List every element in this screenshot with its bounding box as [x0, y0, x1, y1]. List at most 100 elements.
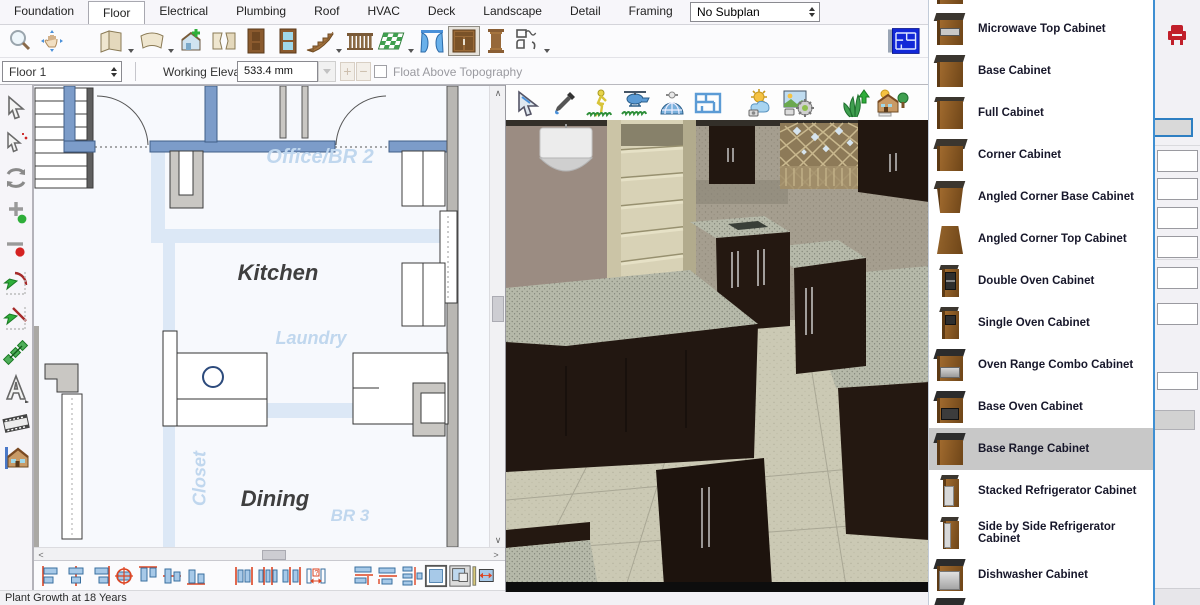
list-item[interactable]: Angled Corner Base Cabinet	[929, 176, 1153, 218]
align-bottom-button[interactable]	[184, 563, 208, 589]
scroll-up-arrow[interactable]: ∧	[490, 86, 505, 100]
shape-tools-button[interactable]	[512, 26, 544, 56]
cabinet-tool-button[interactable]	[448, 26, 480, 56]
floor-material-button[interactable]	[376, 26, 408, 56]
3d-scene[interactable]	[506, 120, 929, 592]
tab-landscape[interactable]: Landscape	[469, 0, 556, 24]
horizontal-scroll-thumb[interactable]	[262, 550, 286, 560]
list-item[interactable]: Microwave Top Cabinet	[929, 8, 1153, 50]
site-view-button[interactable]	[874, 87, 910, 119]
space-dimension-button[interactable]: ?	[304, 563, 328, 589]
tab-electrical[interactable]: Electrical	[145, 0, 222, 24]
list-item[interactable]: Corner Cabinet	[929, 134, 1153, 176]
dimension-chain-button[interactable]	[2, 336, 30, 369]
space-equally-button-2[interactable]	[256, 563, 280, 589]
panel-input[interactable]	[1157, 267, 1198, 289]
list-item[interactable]: Base Oven Cabinet	[929, 386, 1153, 428]
list-item[interactable]: Base Range Cabinet	[929, 428, 1153, 470]
wall-tool-button[interactable]	[96, 26, 128, 56]
text-tool-button[interactable]	[2, 371, 30, 404]
tab-floor[interactable]: Floor	[88, 1, 145, 24]
plant-growth-button[interactable]	[838, 87, 874, 119]
working-elevation-input[interactable]: 533.4 mm	[237, 61, 318, 82]
elevation-view-button[interactable]	[2, 441, 30, 474]
pan-button[interactable]	[36, 26, 68, 56]
vertical-scroll-thumb[interactable]	[492, 296, 504, 322]
elevation-increase-button[interactable]: +	[340, 62, 355, 81]
walkthrough-record-button[interactable]	[2, 406, 30, 439]
zoom-button[interactable]	[4, 26, 36, 56]
subplan-spinner[interactable]	[805, 3, 819, 21]
list-item[interactable]: Base Cabinet	[929, 50, 1153, 92]
walkthrough-button[interactable]	[582, 87, 618, 119]
list-item[interactable]: Angled Corner Top Cabinet	[929, 218, 1153, 260]
column-tool-button[interactable]	[480, 26, 512, 56]
split-button[interactable]	[2, 231, 30, 264]
align-top-button[interactable]	[136, 563, 160, 589]
eyedropper-button[interactable]	[546, 87, 582, 119]
center-on-point-button[interactable]	[112, 563, 136, 589]
list-item[interactable]: Dishwasher Cabinet	[929, 554, 1153, 596]
scroll-left-arrow[interactable]: <	[34, 548, 48, 560]
align-right-button[interactable]	[88, 563, 112, 589]
plan-view-button[interactable]	[888, 26, 920, 56]
chamfer-button[interactable]	[2, 301, 30, 334]
space-equally-button-3[interactable]	[280, 563, 304, 589]
select-special-button[interactable]	[2, 126, 30, 159]
panel-input[interactable]	[1157, 303, 1198, 325]
floor-select[interactable]: Floor 1	[2, 61, 122, 82]
plan-vertical-scrollbar[interactable]: ∧ ∨	[489, 86, 505, 547]
subplan-select[interactable]: No Subplan	[690, 2, 820, 22]
align-left-button[interactable]	[40, 563, 64, 589]
panel-button[interactable]	[1155, 410, 1195, 430]
panel-input[interactable]	[1157, 150, 1198, 172]
panel-input[interactable]	[1157, 236, 1198, 258]
float-above-topography-checkbox[interactable]	[374, 65, 387, 78]
tab-plumbing[interactable]: Plumbing	[222, 0, 300, 24]
tab-foundation[interactable]: Foundation	[0, 0, 88, 24]
panel-button[interactable]	[1155, 118, 1193, 137]
plan-overlay-button[interactable]	[690, 87, 726, 119]
tab-roof[interactable]: Roof	[300, 0, 353, 24]
scroll-down-arrow[interactable]: ∨	[490, 533, 505, 547]
tab-deck[interactable]: Deck	[414, 0, 469, 24]
tab-detail[interactable]: Detail	[556, 0, 615, 24]
align-center-button[interactable]	[64, 563, 88, 589]
align-middle-button[interactable]	[160, 563, 184, 589]
door-tool-button[interactable]	[240, 26, 272, 56]
stairs-tool-button[interactable]	[304, 26, 336, 56]
resize-fixture-button[interactable]	[472, 563, 496, 589]
orbit-view-button[interactable]	[654, 87, 690, 119]
floor-select-spinner[interactable]	[107, 62, 121, 81]
list-item[interactable]: Full Cabinet	[929, 92, 1153, 134]
tab-hvac[interactable]: HVAC	[353, 0, 413, 24]
rotate-button[interactable]	[2, 161, 30, 194]
chair-icon[interactable]	[1166, 24, 1188, 46]
tab-framing[interactable]: Framing	[615, 0, 687, 24]
scroll-right-arrow[interactable]: >	[489, 548, 503, 560]
window-tool-button[interactable]	[272, 26, 304, 56]
same-width-button[interactable]	[352, 563, 376, 589]
working-elevation-dropdown[interactable]	[318, 61, 336, 82]
render-settings-button[interactable]	[780, 87, 816, 119]
add-room-button[interactable]	[176, 26, 208, 56]
list-item[interactable]: Side by Side Refrigerator Cabinet	[929, 512, 1153, 554]
elevation-decrease-button[interactable]: −	[356, 62, 371, 81]
break-wall-button[interactable]	[208, 26, 240, 56]
stack-button[interactable]	[400, 563, 424, 589]
countertop-button[interactable]	[424, 563, 448, 589]
opening-tool-button[interactable]	[416, 26, 448, 56]
curved-wall-tool-button[interactable]	[136, 26, 168, 56]
add-node-button[interactable]	[2, 196, 30, 229]
plan-horizontal-scrollbar[interactable]: < >	[34, 547, 505, 560]
panel-input[interactable]	[1157, 207, 1198, 229]
panel-input[interactable]	[1157, 178, 1198, 200]
select-button[interactable]	[2, 91, 30, 124]
list-item[interactable]: Double Oven Cabinet	[929, 260, 1153, 302]
3d-select-button[interactable]	[510, 87, 546, 119]
list-item[interactable]: Single Oven Cabinet	[929, 302, 1153, 344]
flyover-button[interactable]	[618, 87, 654, 119]
railing-tool-button[interactable]	[344, 26, 376, 56]
list-item[interactable]: Stacked Refrigerator Cabinet	[929, 470, 1153, 512]
panel-input[interactable]	[1157, 372, 1198, 390]
